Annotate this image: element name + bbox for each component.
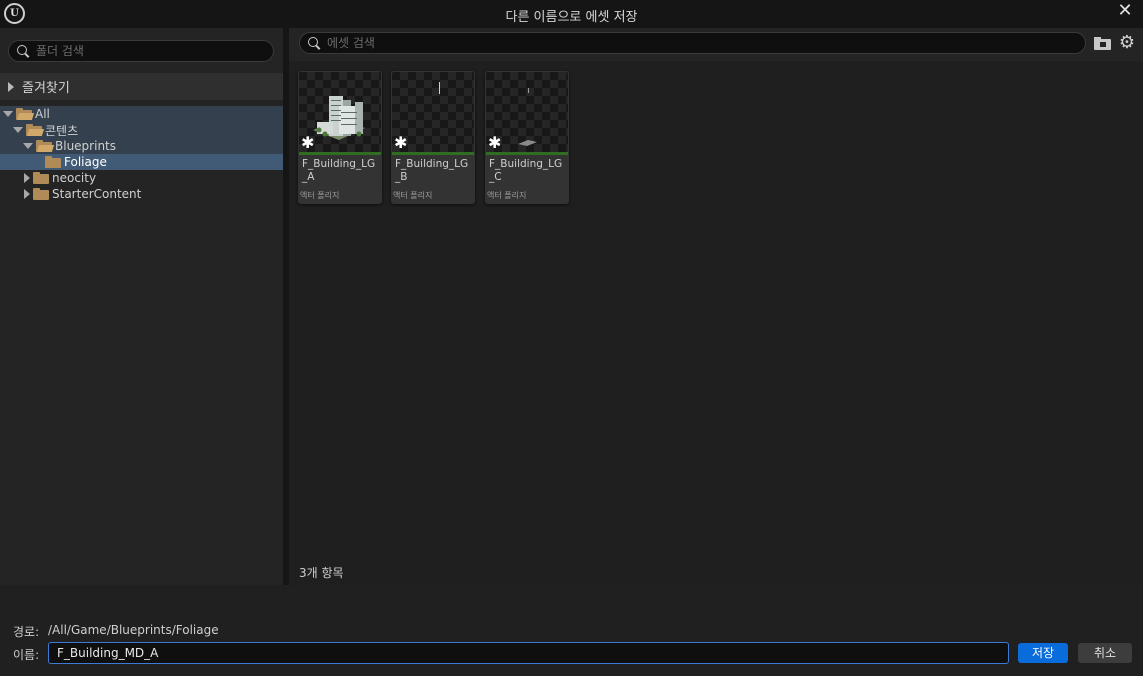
tree-item-label: neocity (52, 171, 97, 185)
chevron-right-icon[interactable] (24, 189, 30, 199)
asset-name: F_Building_LG_B (395, 158, 469, 183)
name-label: 이름: (13, 648, 40, 662)
asset-tile[interactable]: ✱ F_Building_LG_C 액터 폴리지 (485, 71, 569, 204)
folder-icon (33, 187, 49, 200)
tree-item-blueprints[interactable]: Blueprints (0, 138, 283, 154)
asset-type-color-bar (299, 152, 381, 155)
asset-type: 액터 폴리지 (487, 191, 527, 200)
folder-panel: 즐겨찾기 All 콘텐츠 Blueprints Foliage (0, 28, 283, 585)
tree-item-label: Blueprints (55, 139, 117, 153)
chevron-down-icon[interactable] (3, 111, 13, 117)
title-bar: U 다른 이름으로 에셋 저장 ✕ (0, 0, 1143, 28)
unsaved-asterisk-icon: ✱ (488, 133, 502, 152)
asset-search-input[interactable] (327, 36, 1085, 50)
asset-type-color-bar (392, 152, 474, 155)
folder-search-box[interactable] (8, 40, 274, 62)
settings-gear-icon[interactable]: ⚙ (1118, 34, 1136, 52)
search-icon (308, 36, 321, 50)
path-label: 경로: (13, 625, 40, 639)
asset-type: 액터 폴리지 (300, 191, 340, 200)
asset-tile[interactable]: ✱ F_Building_LG_B 액터 폴리지 (391, 71, 475, 204)
tree-item-label: StarterContent (52, 187, 142, 201)
folder-open-icon (36, 139, 55, 152)
chevron-down-icon[interactable] (23, 143, 33, 149)
path-value: /All/Game/Blueprints/Foliage (48, 623, 219, 637)
unsaved-asterisk-icon: ✱ (301, 133, 315, 152)
folder-search-area (0, 28, 283, 72)
unsaved-asterisk-icon: ✱ (394, 133, 408, 152)
folder-open-icon (26, 123, 45, 136)
item-count: 3개 항목 (299, 566, 344, 580)
save-button[interactable]: 저장 (1018, 643, 1068, 663)
folder-open-icon (16, 107, 35, 120)
asset-tile[interactable]: ✱ F_Building_LG_A 액터 폴리지 (298, 71, 382, 204)
chevron-right-icon[interactable] (8, 81, 14, 92)
chevron-down-icon[interactable] (13, 127, 23, 133)
tree-item-label: Foliage (64, 155, 107, 169)
tree-item-label: 콘텐츠 (45, 123, 79, 138)
asset-type: 액터 폴리지 (393, 191, 433, 200)
cancel-button[interactable]: 취소 (1078, 643, 1132, 663)
asset-panel: ⚙ ✱ F_Building_LG_ (289, 28, 1143, 585)
folder-view-icon[interactable] (1094, 37, 1111, 50)
asset-name-input[interactable] (48, 642, 1009, 664)
tree-item-neocity[interactable]: neocity (0, 170, 283, 186)
tree-item-foliage[interactable]: Foliage (0, 154, 283, 170)
asset-name: F_Building_LG_A (302, 158, 376, 183)
tree-item-startercontent[interactable]: StarterContent (0, 186, 283, 202)
tree-item-all[interactable]: All (0, 106, 283, 122)
asset-type-color-bar (486, 152, 568, 155)
folder-icon (33, 171, 49, 184)
favorites-label: 즐겨찾기 (22, 81, 70, 96)
asset-search-box[interactable] (299, 32, 1086, 54)
folder-search-input[interactable] (36, 44, 273, 58)
close-button[interactable]: ✕ (1115, 2, 1135, 22)
tree-item-label: All (35, 107, 50, 121)
chevron-right-icon[interactable] (24, 173, 30, 183)
window-title: 다른 이름으로 에셋 저장 (505, 10, 638, 25)
folder-icon (45, 155, 61, 168)
asset-name: F_Building_LG_C (489, 158, 563, 183)
save-footer: 경로: /All/Game/Blueprints/Foliage 이름: 저장 … (0, 585, 1143, 676)
favorites-header[interactable]: 즐겨찾기 (0, 73, 283, 100)
tree-item-content[interactable]: 콘텐츠 (0, 122, 283, 138)
search-icon (17, 44, 30, 58)
